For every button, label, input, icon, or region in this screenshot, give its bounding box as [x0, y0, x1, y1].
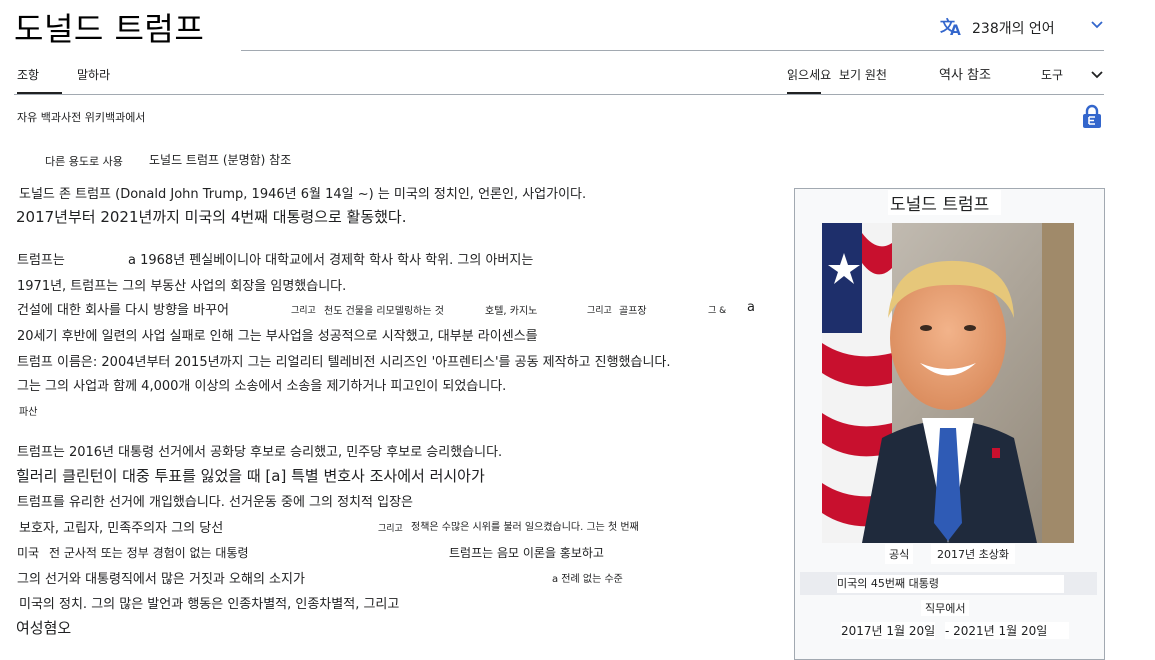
body-word: 그리고 — [587, 306, 612, 316]
body-line: 미국의 정치. 그의 많은 발언과 행동은 인종차별적, 인종차별적, 그리고 — [19, 597, 400, 612]
body-word: 그 & — [708, 306, 727, 316]
body-word: 미국 — [17, 546, 40, 560]
body-line: 트럼프는 2016년 대통령 선거에서 공화당 후보로 승리했고, 민주당 후보… — [17, 445, 503, 460]
body-line: 트럼프는 음모 이론을 홍보하고 — [449, 546, 604, 560]
body-line: 2017년부터 2021년까지 미국의 4번째 대통령으로 활동했다. — [16, 208, 407, 226]
tab-article[interactable]: 조항 — [17, 66, 39, 83]
body-line: 여성혐오 — [16, 619, 72, 637]
body-link[interactable]: 골프장 — [619, 302, 647, 317]
body-line: 20세기 후반에 일련의 사업 실패로 인해 그는 부사업을 성공적으로 시작했… — [17, 329, 538, 344]
language-button[interactable]: 文A 238개의 언어 — [940, 14, 1055, 42]
body-line: a 전례 없는 수준 — [552, 574, 623, 585]
body-word: a — [747, 300, 755, 315]
site-sub: 자유 백과사전 위키백과에서 — [17, 111, 146, 124]
body-word: 그리고 — [378, 524, 403, 534]
body-line: 전 군사적 또는 정부 경험이 없는 대통령 — [49, 546, 249, 560]
body-line: 그는 그의 사업과 함께 4,000개 이상의 소송에서 소송을 제기하거나 피… — [17, 379, 507, 394]
lock-icon[interactable] — [1082, 104, 1102, 128]
body-line: 건설에 대한 회사를 다시 방향을 바꾸어 — [17, 303, 230, 318]
chevron-down-icon[interactable] — [1090, 68, 1104, 82]
translate-icon: 文A — [940, 17, 961, 39]
body-link[interactable]: 파산 — [19, 403, 37, 418]
body-word: 그리고 — [291, 306, 316, 316]
tab-read[interactable]: 읽으세요 — [787, 66, 831, 83]
title-divider — [241, 50, 1104, 51]
body-line: 보호자, 고립자, 민족주의자 그의 당선 — [19, 521, 224, 536]
body-link[interactable]: 천도 건물을 리모델링하는 것 — [324, 302, 444, 317]
infobox-office[interactable]: 미국의 45번째 대통령 — [837, 575, 1064, 593]
infobox-in-office: 직무에서 — [921, 600, 970, 616]
body-line: 트럼프 이름은: 2004년부터 2015년까지 그는 리얼리티 텔레비전 시리… — [17, 355, 671, 370]
body-line: 힐러리 클린턴이 대중 투표를 잃었을 때 [a] 특별 변호사 조사에서 러시… — [16, 467, 485, 485]
tab-history[interactable]: 역사 참조 — [939, 64, 991, 83]
body-line: 그의 선거와 대통령직에서 많은 거짓과 오해의 소지가 — [17, 572, 305, 587]
hatnote-link[interactable]: 도널드 트럼프 (분명함) 참조 — [149, 151, 291, 168]
infobox-caption: 2017년 초상화 — [931, 544, 1015, 564]
tab-tools[interactable]: 도구 — [1041, 66, 1063, 83]
chevron-down-icon[interactable] — [1090, 18, 1104, 32]
body-line: a 1968년 펜실베이니아 대학교에서 경제학 학사 학사 학위. 그의 아버… — [128, 253, 534, 268]
infobox-title: 도널드 트럼프 — [888, 190, 1002, 215]
body-line: 트럼프를 유리한 선거에 개입했습니다. 선거운동 중에 그의 정치적 입장은 — [17, 495, 413, 510]
hatnote-lead: 다른 용도로 사용 — [45, 155, 123, 168]
tab-talk[interactable]: 말하라 — [77, 66, 110, 83]
language-count: 238개의 언어 — [972, 21, 1055, 37]
tab-view-source[interactable]: 보기 원천 — [839, 66, 887, 83]
infobox-date-start: 2017년 1월 20일 — [841, 622, 936, 639]
infobox-caption: 공식 — [885, 544, 914, 564]
page-title: 도널드 트럼프 — [14, 10, 205, 48]
infobox-date-end: - 2021년 1월 20일 — [945, 622, 1070, 639]
body-line: 1971년, 트럼프는 그의 부동산 사업의 회장을 임명했습니다. — [17, 279, 347, 294]
body-line: 트럼프는 — [17, 253, 65, 268]
body-line: 도널드 존 트럼프 (Donald John Trump, 1946년 6월 1… — [19, 187, 587, 202]
body-line: 정책은 수많은 시위를 불러 일으켰습니다. 그는 첫 번째 — [411, 522, 639, 533]
portrait-image[interactable] — [822, 223, 1074, 543]
body-link[interactable]: 호텔, 카지노 — [485, 302, 537, 317]
tabs-divider — [14, 94, 1104, 95]
